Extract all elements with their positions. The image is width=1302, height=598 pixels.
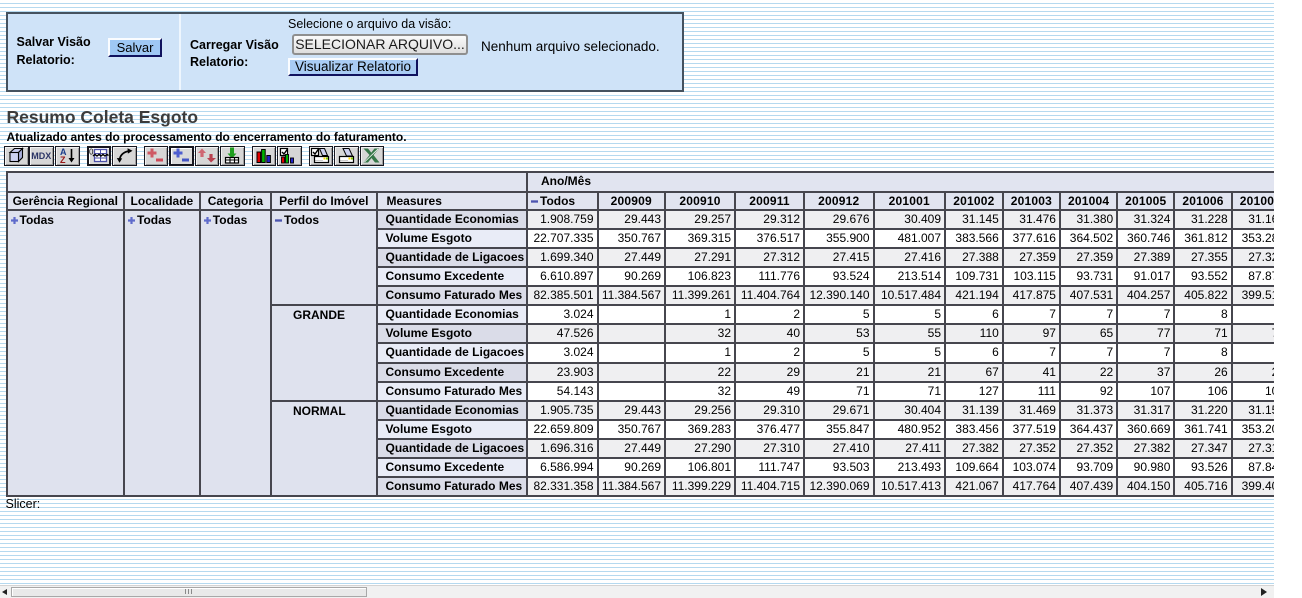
- svg-text:Z: Z: [60, 155, 66, 164]
